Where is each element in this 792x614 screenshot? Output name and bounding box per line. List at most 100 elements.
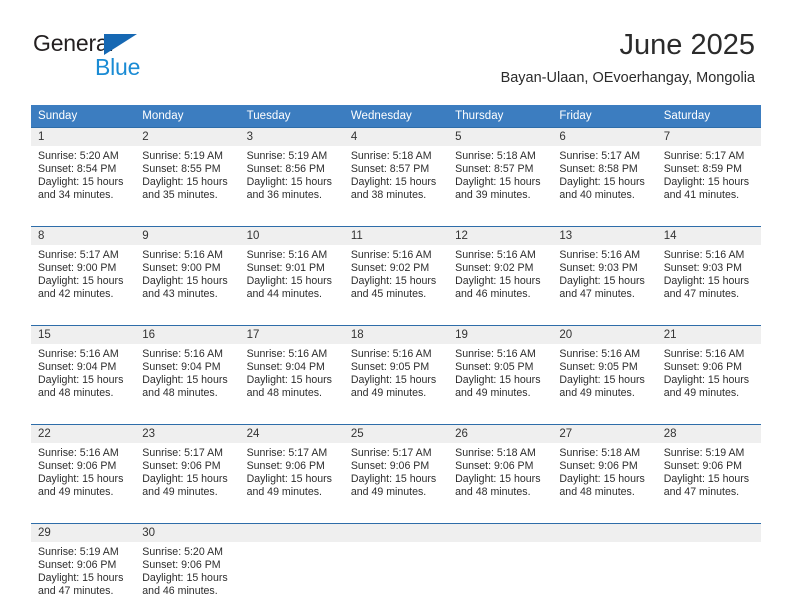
day-number: 7 <box>657 128 761 146</box>
sunset-text: Sunset: 9:06 PM <box>351 460 442 473</box>
calendar-day-cell[interactable]: 12Sunrise: 5:16 AMSunset: 9:02 PMDayligh… <box>448 227 552 318</box>
day-cell-inner <box>657 524 761 614</box>
sunrise-text: Sunrise: 5:16 AM <box>38 447 129 460</box>
sunrise-text: Sunrise: 5:20 AM <box>38 150 129 163</box>
day-cell-inner: 25Sunrise: 5:17 AMSunset: 9:06 PMDayligh… <box>344 425 448 515</box>
day-cell-inner: 4Sunrise: 5:18 AMSunset: 8:57 PMDaylight… <box>344 128 448 218</box>
daylight-text: Daylight: 15 hours and 49 minutes. <box>455 374 546 400</box>
calendar-day-cell[interactable]: 7Sunrise: 5:17 AMSunset: 8:59 PMDaylight… <box>657 128 761 219</box>
calendar-day-cell[interactable]: 15Sunrise: 5:16 AMSunset: 9:04 PMDayligh… <box>31 326 135 417</box>
calendar-day-cell[interactable]: 14Sunrise: 5:16 AMSunset: 9:03 PMDayligh… <box>657 227 761 318</box>
day-cell-inner: 20Sunrise: 5:16 AMSunset: 9:05 PMDayligh… <box>552 326 656 416</box>
calendar-day-cell-empty <box>552 524 656 614</box>
calendar-day-cell[interactable]: 24Sunrise: 5:17 AMSunset: 9:06 PMDayligh… <box>240 425 344 516</box>
calendar-day-cell[interactable]: 28Sunrise: 5:19 AMSunset: 9:06 PMDayligh… <box>657 425 761 516</box>
day-details: Sunrise: 5:16 AMSunset: 9:05 PMDaylight:… <box>552 344 656 400</box>
day-details: Sunrise: 5:16 AMSunset: 9:03 PMDaylight:… <box>657 245 761 301</box>
daylight-text: Daylight: 15 hours and 48 minutes. <box>455 473 546 499</box>
calendar-day-cell[interactable]: 16Sunrise: 5:16 AMSunset: 9:04 PMDayligh… <box>135 326 239 417</box>
daylight-text: Daylight: 15 hours and 47 minutes. <box>664 473 755 499</box>
calendar-header-row: Sunday Monday Tuesday Wednesday Thursday… <box>31 105 761 128</box>
calendar-day-cell[interactable]: 13Sunrise: 5:16 AMSunset: 9:03 PMDayligh… <box>552 227 656 318</box>
sunset-text: Sunset: 9:05 PM <box>559 361 650 374</box>
sunrise-text: Sunrise: 5:17 AM <box>664 150 755 163</box>
calendar-day-cell[interactable]: 20Sunrise: 5:16 AMSunset: 9:05 PMDayligh… <box>552 326 656 417</box>
calendar-day-cell[interactable]: 19Sunrise: 5:16 AMSunset: 9:05 PMDayligh… <box>448 326 552 417</box>
day-details: Sunrise: 5:18 AMSunset: 8:57 PMDaylight:… <box>448 146 552 202</box>
day-details: Sunrise: 5:17 AMSunset: 9:06 PMDaylight:… <box>135 443 239 499</box>
sunrise-text: Sunrise: 5:17 AM <box>142 447 233 460</box>
day-details: Sunrise: 5:17 AMSunset: 8:58 PMDaylight:… <box>552 146 656 202</box>
calendar-day-cell-empty <box>448 524 552 614</box>
weekday-header-sunday: Sunday <box>31 105 135 128</box>
daylight-text: Daylight: 15 hours and 49 minutes. <box>664 374 755 400</box>
title-block: June 2025 Bayan-Ulaan, OEvoerhangay, Mon… <box>501 28 755 88</box>
week-spacer-cell <box>31 317 761 326</box>
calendar-day-cell[interactable]: 18Sunrise: 5:16 AMSunset: 9:05 PMDayligh… <box>344 326 448 417</box>
brand-logo[interactable]: General Blue <box>33 30 233 82</box>
calendar-day-cell[interactable]: 10Sunrise: 5:16 AMSunset: 9:01 PMDayligh… <box>240 227 344 318</box>
day-number <box>240 524 344 542</box>
day-cell-inner: 9Sunrise: 5:16 AMSunset: 9:00 PMDaylight… <box>135 227 239 317</box>
day-cell-inner: 8Sunrise: 5:17 AMSunset: 9:00 PMDaylight… <box>31 227 135 317</box>
sunset-text: Sunset: 9:03 PM <box>559 262 650 275</box>
calendar-day-cell[interactable]: 11Sunrise: 5:16 AMSunset: 9:02 PMDayligh… <box>344 227 448 318</box>
calendar-day-cell[interactable]: 5Sunrise: 5:18 AMSunset: 8:57 PMDaylight… <box>448 128 552 219</box>
day-details: Sunrise: 5:17 AMSunset: 9:06 PMDaylight:… <box>240 443 344 499</box>
day-details: Sunrise: 5:16 AMSunset: 9:04 PMDaylight:… <box>135 344 239 400</box>
sunrise-text: Sunrise: 5:18 AM <box>455 150 546 163</box>
sunrise-text: Sunrise: 5:19 AM <box>247 150 338 163</box>
sunset-text: Sunset: 9:02 PM <box>455 262 546 275</box>
day-cell-inner: 24Sunrise: 5:17 AMSunset: 9:06 PMDayligh… <box>240 425 344 515</box>
sunrise-text: Sunrise: 5:16 AM <box>247 348 338 361</box>
daylight-text: Daylight: 15 hours and 49 minutes. <box>38 473 129 499</box>
calendar-day-cell[interactable]: 27Sunrise: 5:18 AMSunset: 9:06 PMDayligh… <box>552 425 656 516</box>
calendar-day-cell[interactable]: 26Sunrise: 5:18 AMSunset: 9:06 PMDayligh… <box>448 425 552 516</box>
calendar-day-cell[interactable]: 30Sunrise: 5:20 AMSunset: 9:06 PMDayligh… <box>135 524 239 614</box>
daylight-text: Daylight: 15 hours and 49 minutes. <box>559 374 650 400</box>
sunset-text: Sunset: 8:57 PM <box>351 163 442 176</box>
sunset-text: Sunset: 9:06 PM <box>559 460 650 473</box>
daylight-text: Daylight: 15 hours and 47 minutes. <box>38 572 129 598</box>
calendar-day-cell[interactable]: 9Sunrise: 5:16 AMSunset: 9:00 PMDaylight… <box>135 227 239 318</box>
calendar-day-cell[interactable]: 8Sunrise: 5:17 AMSunset: 9:00 PMDaylight… <box>31 227 135 318</box>
day-number: 17 <box>240 326 344 344</box>
sunset-text: Sunset: 9:06 PM <box>247 460 338 473</box>
sunset-text: Sunset: 8:55 PM <box>142 163 233 176</box>
day-details <box>344 542 448 546</box>
day-cell-inner: 30Sunrise: 5:20 AMSunset: 9:06 PMDayligh… <box>135 524 239 614</box>
calendar-day-cell[interactable]: 6Sunrise: 5:17 AMSunset: 8:58 PMDaylight… <box>552 128 656 219</box>
daylight-text: Daylight: 15 hours and 48 minutes. <box>559 473 650 499</box>
calendar-day-cell[interactable]: 2Sunrise: 5:19 AMSunset: 8:55 PMDaylight… <box>135 128 239 219</box>
sunrise-text: Sunrise: 5:18 AM <box>559 447 650 460</box>
calendar-day-cell[interactable]: 21Sunrise: 5:16 AMSunset: 9:06 PMDayligh… <box>657 326 761 417</box>
day-details: Sunrise: 5:18 AMSunset: 9:06 PMDaylight:… <box>552 443 656 499</box>
calendar-day-cell[interactable]: 29Sunrise: 5:19 AMSunset: 9:06 PMDayligh… <box>31 524 135 614</box>
day-number: 13 <box>552 227 656 245</box>
day-number: 9 <box>135 227 239 245</box>
day-number: 8 <box>31 227 135 245</box>
calendar-day-cell[interactable]: 4Sunrise: 5:18 AMSunset: 8:57 PMDaylight… <box>344 128 448 219</box>
day-details: Sunrise: 5:19 AMSunset: 9:06 PMDaylight:… <box>31 542 135 598</box>
day-details: Sunrise: 5:17 AMSunset: 8:59 PMDaylight:… <box>657 146 761 202</box>
sunrise-text: Sunrise: 5:17 AM <box>247 447 338 460</box>
weekday-header-thursday: Thursday <box>448 105 552 128</box>
day-details: Sunrise: 5:18 AMSunset: 9:06 PMDaylight:… <box>448 443 552 499</box>
calendar-day-cell[interactable]: 3Sunrise: 5:19 AMSunset: 8:56 PMDaylight… <box>240 128 344 219</box>
calendar-day-cell[interactable]: 1Sunrise: 5:20 AMSunset: 8:54 PMDaylight… <box>31 128 135 219</box>
day-number: 1 <box>31 128 135 146</box>
calendar-day-cell[interactable]: 23Sunrise: 5:17 AMSunset: 9:06 PMDayligh… <box>135 425 239 516</box>
day-details: Sunrise: 5:19 AMSunset: 9:06 PMDaylight:… <box>657 443 761 499</box>
sunrise-text: Sunrise: 5:16 AM <box>664 249 755 262</box>
calendar-day-cell[interactable]: 25Sunrise: 5:17 AMSunset: 9:06 PMDayligh… <box>344 425 448 516</box>
calendar-day-cell[interactable]: 22Sunrise: 5:16 AMSunset: 9:06 PMDayligh… <box>31 425 135 516</box>
day-cell-inner: 28Sunrise: 5:19 AMSunset: 9:06 PMDayligh… <box>657 425 761 515</box>
daylight-text: Daylight: 15 hours and 38 minutes. <box>351 176 442 202</box>
calendar-day-cell[interactable]: 17Sunrise: 5:16 AMSunset: 9:04 PMDayligh… <box>240 326 344 417</box>
day-details: Sunrise: 5:20 AMSunset: 9:06 PMDaylight:… <box>135 542 239 598</box>
sunset-text: Sunset: 8:58 PM <box>559 163 650 176</box>
day-cell-inner: 1Sunrise: 5:20 AMSunset: 8:54 PMDaylight… <box>31 128 135 218</box>
sunrise-text: Sunrise: 5:16 AM <box>455 348 546 361</box>
page-title: June 2025 <box>501 28 755 62</box>
day-details <box>657 542 761 546</box>
